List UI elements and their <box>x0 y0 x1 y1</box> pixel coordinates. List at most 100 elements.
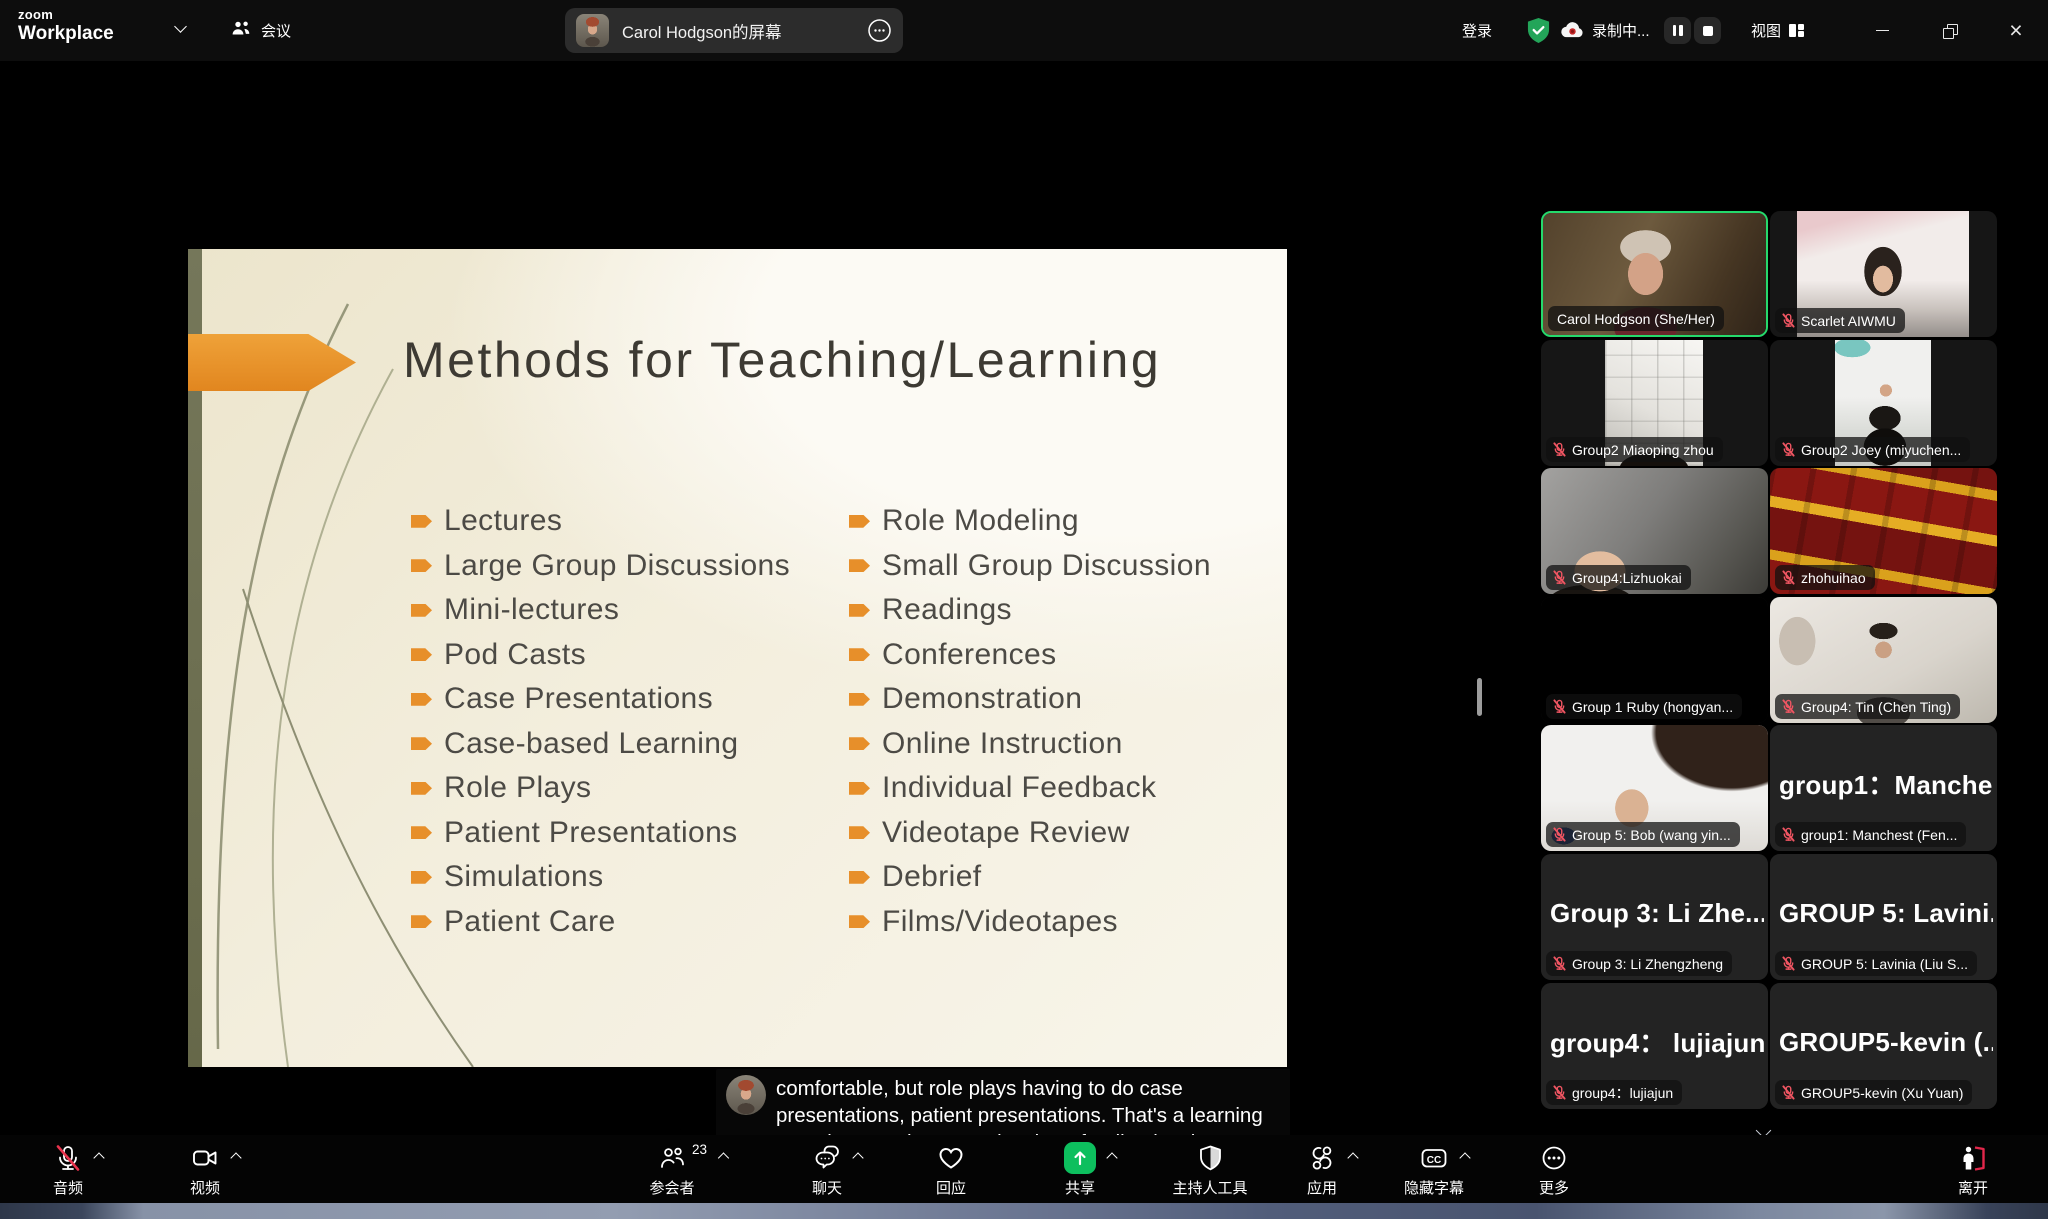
chevron-up-icon[interactable] <box>1459 1152 1470 1163</box>
slide-bullet-column-left: LecturesLarge Group DiscussionsMini-lect… <box>411 499 790 944</box>
chevron-up-icon[interactable] <box>230 1152 241 1163</box>
bullet-text: Debrief <box>882 860 982 894</box>
stop-recording-button[interactable] <box>1694 17 1721 44</box>
slide-title: Methods for Teaching/Learning <box>403 331 1161 389</box>
participant-tile[interactable]: Group2 Joey (miyuchen... <box>1770 340 1997 466</box>
muted-mic-icon <box>1781 442 1796 457</box>
bullet-text: Films/Videotapes <box>882 905 1118 939</box>
chat-icon <box>812 1143 842 1173</box>
cloud-recording-icon <box>1560 0 1585 61</box>
bullet-text: Simulations <box>444 860 603 894</box>
participant-tile[interactable]: Group4: Tin (Chen Ting) <box>1770 597 1997 723</box>
bullet-arrow-icon <box>849 648 870 661</box>
chevron-up-icon[interactable] <box>1347 1152 1358 1163</box>
participant-tile[interactable]: Carol Hodgson (She/Her) <box>1541 211 1768 337</box>
bullet-text: Patient Care <box>444 905 616 939</box>
participant-tile[interactable]: Group4:Lizhuokai <box>1541 468 1768 594</box>
chevron-up-icon[interactable] <box>852 1152 863 1163</box>
bullet-arrow-icon <box>411 648 432 661</box>
participant-tile[interactable]: Group 5: Bob (wang yin... <box>1541 725 1768 851</box>
toolbar-button-label: 隐藏字幕 <box>1404 1177 1464 1198</box>
zoom-workplace-logo: zoom Workplace <box>18 8 114 43</box>
participant-name-label: Group2 Joey (miyuchen... <box>1775 437 1970 462</box>
toolbar-button-cc[interactable]: CC隐藏字幕 <box>1404 1141 1464 1198</box>
bullet-arrow-icon <box>411 737 432 750</box>
participant-tile[interactable]: GROUP 5: Lavini...GROUP 5: Lavinia (Liu … <box>1770 854 1997 980</box>
more-icon <box>1539 1143 1569 1173</box>
participant-name-label: Group2 Miaoping zhou <box>1546 437 1723 462</box>
taskbar-strip <box>0 1203 2048 1219</box>
caption-line: presentations, patient presentations. Th… <box>776 1102 1284 1129</box>
bullet-arrow-icon <box>411 782 432 795</box>
toolbar-button-camera[interactable]: 视频 <box>190 1141 220 1198</box>
workspace-chevron-down-icon[interactable] <box>174 20 187 33</box>
logo-workplace-text: Workplace <box>18 24 114 43</box>
muted-mic-icon <box>1781 699 1796 714</box>
toolbar-button-participants[interactable]: 23参会者 <box>649 1141 694 1198</box>
shared-screen-tab[interactable]: Carol Hodgson的屏幕 <box>565 8 903 53</box>
participant-name: Group4: Tin (Chen Ting) <box>1801 699 1951 715</box>
toolbar-button-leave[interactable]: 离开 <box>1958 1141 1988 1198</box>
slide-bullet-item: Individual Feedback <box>849 766 1211 811</box>
participant-tile[interactable]: Group 3: Li Zhe... Group 3: Li Zhengzheng <box>1541 854 1768 980</box>
apps-icon <box>1307 1143 1337 1173</box>
chevron-up-icon[interactable] <box>1106 1152 1117 1163</box>
slide-bullet-item: Readings <box>849 588 1211 633</box>
toolbar-button-label: 离开 <box>1958 1177 1988 1198</box>
view-button[interactable]: 视图 <box>1751 0 1781 61</box>
muted-mic-icon <box>1552 956 1567 971</box>
chevron-up-icon[interactable] <box>717 1152 728 1163</box>
toolbar-button-chat[interactable]: 聊天 <box>812 1141 842 1198</box>
login-button[interactable]: 登录 <box>1462 0 1492 61</box>
people-icon <box>230 19 252 43</box>
participant-name: Carol Hodgson (She/Her) <box>1557 311 1715 327</box>
toolbar-button-share[interactable]: 共享 <box>1064 1141 1096 1198</box>
slide-bullet-item: Case Presentations <box>411 677 790 722</box>
meeting-tab[interactable]: 会议 <box>230 0 291 61</box>
participant-name-label: Group 1 Ruby (hongyan... <box>1546 694 1742 719</box>
toolbar-button-more[interactable]: 更多 <box>1539 1141 1569 1198</box>
participant-tile[interactable]: zhohuihao <box>1770 468 1997 594</box>
view-layout-icon[interactable] <box>1787 0 1806 61</box>
bullet-text: Demonstration <box>882 682 1082 716</box>
participant-display-name: GROUP 5: Lavini... <box>1779 898 1993 929</box>
toolbar-button-host-tools[interactable]: 主持人工具 <box>1172 1141 1247 1198</box>
bullet-arrow-icon <box>411 871 432 884</box>
zoom-meeting-window: zoom Workplace 会议 Carol Hodgson的屏幕 登录 录制… <box>0 0 2048 1219</box>
muted-mic-icon <box>1781 956 1796 971</box>
participant-tile[interactable]: GROUP5-kevin (...GROUP5-kevin (Xu Yuan) <box>1770 983 1997 1109</box>
security-shield-icon[interactable] <box>1526 0 1551 61</box>
participant-tile[interactable]: Group2 Miaoping zhou <box>1541 340 1768 466</box>
close-button[interactable]: × <box>1996 0 2036 61</box>
stage-scrollbar[interactable] <box>1477 678 1482 716</box>
restore-button[interactable] <box>1930 0 1970 61</box>
minimize-button[interactable] <box>1862 0 1902 61</box>
slide-bullet-item: Case-based Learning <box>411 722 790 767</box>
participant-tile[interactable]: Scarlet AIWMU <box>1770 211 1997 337</box>
participant-tile[interactable]: group1：Manche...group1: Manchest (Fen... <box>1770 725 1997 851</box>
participant-tile[interactable]: group4： lujiajungroup4：lujiajun <box>1541 983 1768 1109</box>
slide-bullet-item: Patient Care <box>411 900 790 945</box>
toolbar-button-mic-muted[interactable]: 音频 <box>53 1141 83 1198</box>
toolbar-button-apps[interactable]: 应用 <box>1307 1141 1337 1198</box>
tab-ellipsis-icon[interactable] <box>867 18 892 43</box>
bullet-text: Large Group Discussions <box>444 549 790 583</box>
participant-display-name: GROUP5-kevin (... <box>1779 1027 1993 1058</box>
bullet-arrow-icon <box>849 826 870 839</box>
bullet-arrow-icon <box>411 559 432 572</box>
participant-tile[interactable]: Group 1 Ruby (hongyan... <box>1541 597 1768 723</box>
toolbar-button-label: 更多 <box>1539 1177 1569 1198</box>
bullet-arrow-icon <box>411 915 432 928</box>
chevron-up-icon[interactable] <box>93 1152 104 1163</box>
bullet-arrow-icon <box>849 782 870 795</box>
toolbar-button-heart[interactable]: 回应 <box>936 1141 966 1198</box>
bullet-text: Readings <box>882 593 1012 627</box>
toolbar-button-label: 共享 <box>1065 1177 1095 1198</box>
participant-name-label: Carol Hodgson (She/Her) <box>1548 306 1724 331</box>
participant-name: Group 5: Bob (wang yin... <box>1572 827 1731 843</box>
shared-screen-stage: Methods for Teaching/Learning LecturesLa… <box>0 61 2048 1203</box>
participant-display-name: Group 3: Li Zhe... <box>1550 898 1764 929</box>
pause-recording-button[interactable] <box>1664 17 1691 44</box>
participant-name-label: Group 3: Li Zhengzheng <box>1546 951 1732 976</box>
muted-mic-icon <box>1552 699 1567 714</box>
